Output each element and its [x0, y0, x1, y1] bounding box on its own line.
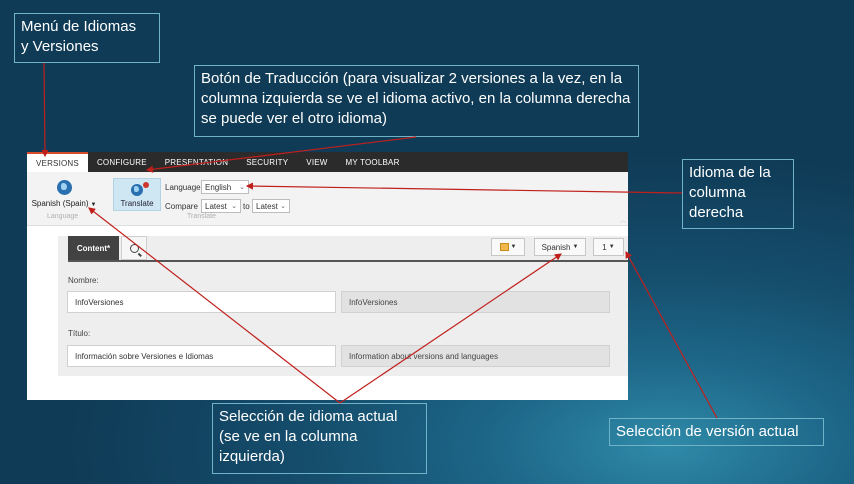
notifications-button[interactable]: ▼ [491, 238, 525, 256]
chevron-down-icon: ⌄ [239, 184, 245, 191]
callout-current-language: Selección de idioma actual (se ve en la … [212, 403, 427, 474]
tab-my-toolbar[interactable]: MY TOOLBAR [337, 152, 409, 172]
collapse-ribbon-icon[interactable]: ︿ [620, 215, 627, 225]
group-label-translate: Translate [187, 213, 216, 220]
chevron-down-icon: ⌄ [280, 203, 286, 210]
field-label-titulo: Título: [68, 329, 91, 338]
compare-to-select[interactable]: Latest ⌄ [252, 199, 290, 213]
to-label: to [243, 202, 250, 211]
nombre-value-right: InfoVersiones [341, 291, 610, 313]
tab-configure[interactable]: CONFIGURE [88, 152, 156, 172]
chevron-down-icon: ⌄ [231, 203, 237, 210]
current-version-value: 1 [602, 242, 607, 252]
right-language-value: English [205, 182, 232, 192]
ribbon-menubar: VERSIONS CONFIGURE PRESENTATION SECURITY… [27, 152, 628, 172]
compare-from-value: Latest [205, 201, 227, 211]
notification-icon [499, 243, 509, 251]
search-icon [129, 243, 139, 253]
callout-right-language: Idioma de la columna derecha [682, 159, 794, 229]
language-button[interactable]: Spanish (Spain) ▼ [31, 180, 97, 208]
titulo-input-left[interactable]: Información sobre Versiones e Idiomas [67, 345, 336, 367]
chevron-down-icon: ▼ [608, 244, 615, 250]
nombre-input-left[interactable]: InfoVersiones [67, 291, 336, 313]
arrow-menu [41, 62, 49, 158]
notification-dot-icon [143, 182, 149, 188]
current-language-value: Spanish [541, 242, 571, 252]
callout-menu: Menú de Idiomas y Versiones [14, 13, 160, 63]
tab-view[interactable]: VIEW [297, 152, 336, 172]
compare-to-value: Latest [256, 201, 278, 211]
tab-content[interactable]: Content* [68, 236, 119, 260]
current-version-select[interactable]: 1 ▼ [593, 238, 624, 256]
arrow-current-version [625, 250, 718, 419]
translate-button[interactable]: Translate [113, 178, 161, 211]
language-label: Language [165, 183, 201, 192]
callout-translate: Botón de Traducción (para visualizar 2 v… [194, 65, 639, 137]
compare-label: Compare [165, 202, 198, 211]
compare-from-select[interactable]: Latest ⌄ [201, 199, 241, 213]
titulo-value-right: Information about versions and languages [341, 345, 610, 367]
globe-icon [56, 180, 72, 195]
callout-current-version: Selección de versión actual [609, 418, 824, 446]
chevron-down-icon: ▼ [90, 202, 97, 208]
tab-versions[interactable]: VERSIONS [27, 152, 88, 172]
field-label-nombre: Nombre: [68, 276, 99, 285]
editor-divider [68, 260, 628, 262]
translate-globe-icon [131, 184, 143, 196]
group-label-language: Language [47, 213, 79, 220]
ribbon-panel: Spanish (Spain) ▼ Language Translate Lang… [27, 172, 628, 226]
translate-button-label: Translate [120, 199, 154, 208]
tab-search[interactable] [121, 236, 147, 260]
cms-window: VERSIONS CONFIGURE PRESENTATION SECURITY… [27, 152, 628, 400]
tab-security[interactable]: SECURITY [237, 152, 297, 172]
chevron-down-icon: ▼ [510, 244, 517, 250]
chevron-down-icon: ▼ [572, 244, 579, 250]
language-button-label: Spanish (Spain) [31, 199, 89, 208]
right-language-select[interactable]: English ⌄ [201, 180, 249, 194]
tab-presentation[interactable]: PRESENTATION [156, 152, 237, 172]
current-language-select[interactable]: Spanish ▼ [534, 238, 586, 256]
